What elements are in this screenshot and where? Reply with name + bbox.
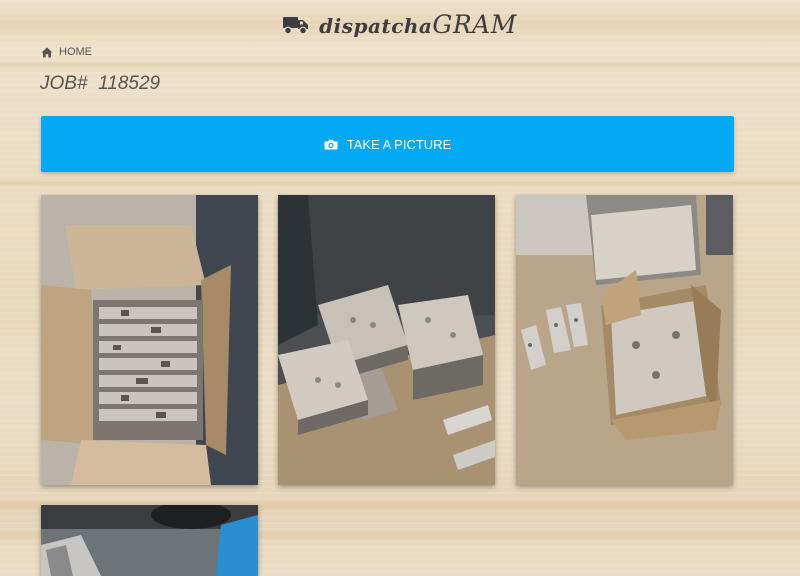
brand-name: dispatchaGRAM — [319, 10, 517, 39]
photo-thumbnail-1[interactable] — [41, 195, 258, 485]
photo-3-image — [516, 195, 733, 485]
photo-1-image — [41, 195, 258, 485]
brand-name-upper: GRAM — [432, 10, 517, 39]
breadcrumb-label: HOME — [59, 46, 92, 58]
photo-2-image — [278, 195, 495, 485]
truck-icon — [283, 16, 309, 34]
breadcrumb-home[interactable]: HOME — [41, 46, 92, 58]
page-title: JOB# 118529 — [40, 73, 160, 95]
take-picture-label: TAKE A PICTURE — [346, 136, 452, 152]
photo-thumbnail-3[interactable] — [516, 195, 733, 485]
photo-thumbnail-2[interactable] — [278, 195, 495, 485]
brand-logo[interactable]: dispatchaGRAM — [0, 10, 800, 39]
job-number: 118529 — [98, 73, 161, 94]
take-picture-button[interactable]: TAKE A PICTURE — [41, 116, 734, 172]
photo-4-image — [41, 505, 258, 576]
brand-name-lower: dispatcha — [319, 14, 433, 38]
camera-icon — [324, 139, 338, 149]
photo-thumbnail-4[interactable] — [41, 505, 258, 576]
job-prefix: JOB# — [40, 73, 88, 94]
home-icon — [41, 47, 53, 57]
